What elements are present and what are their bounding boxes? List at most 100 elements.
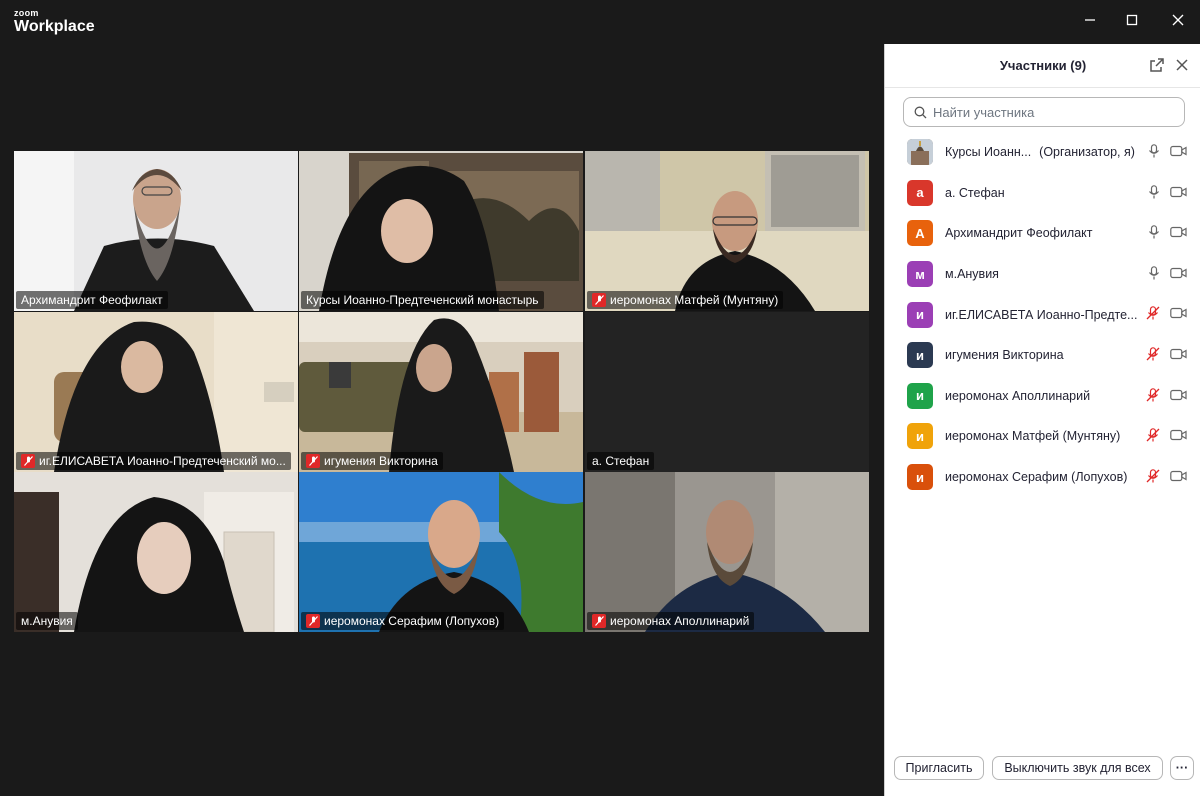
participant-video (299, 151, 583, 311)
avatar: и (907, 423, 933, 450)
participant-list: Курсы Иоанн... (Организатор, я) а а. Сте… (885, 132, 1200, 497)
close-window-button[interactable] (1164, 8, 1192, 32)
avatar-initial: а (916, 185, 924, 201)
panel-header: Участники (9) (885, 44, 1200, 88)
participant-video (585, 151, 869, 311)
participant-row[interactable]: А Архимандрит Феофилакт (885, 213, 1200, 254)
mic-icon[interactable] (1148, 225, 1160, 239)
minimize-icon (1085, 19, 1095, 21)
more-options-button[interactable]: ··· (1170, 756, 1194, 780)
close-icon (1176, 59, 1188, 71)
avatar: и (907, 301, 933, 328)
participant-search[interactable] (903, 97, 1185, 127)
pop-out-icon (1150, 58, 1164, 72)
video-camera-icon[interactable] (1170, 348, 1187, 360)
avatar-initial: и (916, 388, 924, 404)
video-camera-icon[interactable] (1170, 145, 1187, 157)
mute-all-button[interactable]: Выключить звук для всех (992, 756, 1163, 780)
avatar (907, 139, 933, 166)
participant-video (14, 312, 298, 472)
participant-nameplate: иеромонах Аполлинарий (587, 612, 755, 630)
participant-name: а. Стефан (592, 454, 650, 468)
video-tile[interactable]: иеромонах Матфей (Мунтяну) (585, 151, 869, 311)
participant-row[interactable]: а а. Стефан (885, 173, 1200, 214)
video-camera-icon[interactable] (1170, 186, 1187, 198)
panel-footer: Пригласить Выключить звук для всех ··· (885, 756, 1200, 782)
participant-row[interactable]: и иеромонах Матфей (Мунтяну) (885, 416, 1200, 457)
maximize-icon (1126, 14, 1138, 26)
mic-icon[interactable] (1148, 265, 1160, 280)
mic-muted-icon[interactable] (1146, 306, 1160, 320)
video-camera-icon[interactable] (1170, 470, 1187, 482)
video-tile[interactable]: м.Анувия (14, 472, 298, 632)
video-camera-icon[interactable] (1170, 429, 1187, 441)
participant-name: иеромонах Серафим (Лопухов) (945, 470, 1128, 485)
muted-mic-icon (306, 614, 320, 628)
participant-nameplate: иг.ЕЛИСАВЕТА Иоанно-Предтеченский мо... (16, 452, 291, 470)
participant-video (585, 472, 869, 632)
mic-icon[interactable] (1148, 144, 1160, 158)
gallery-grid: Архимандрит Феофилакт Курсы Иоанно-Предт… (14, 151, 869, 632)
pop-out-button[interactable] (1149, 57, 1167, 75)
participant-role: (Организатор, я) (1039, 145, 1135, 160)
avatar: м (907, 261, 933, 288)
invite-button[interactable]: Пригласить (894, 756, 984, 780)
avatar: и (907, 382, 933, 409)
mic-muted-icon[interactable] (1146, 428, 1160, 442)
zoom-window: zoom Workplace Архимандрит Феофилакт Кур… (0, 0, 1200, 796)
muted-mic-icon (306, 454, 320, 468)
muted-mic-icon (21, 454, 35, 468)
participant-video (299, 312, 583, 472)
participant-name: иеромонах Аполлинарий (610, 614, 750, 628)
mic-muted-icon[interactable] (1146, 387, 1160, 402)
video-tile[interactable]: Архимандрит Феофилакт (14, 151, 298, 311)
participant-name: иг.ЕЛИСАВЕТА Иоанно-Предте... (945, 307, 1138, 322)
participants-panel: Участники (9) Курсы Иоанн... (Организато… (884, 44, 1200, 796)
video-tile[interactable]: иг.ЕЛИСАВЕТА Иоанно-Предтеченский мо... (14, 312, 298, 472)
participant-nameplate: Архимандрит Феофилакт (16, 291, 168, 309)
avatar: а (907, 179, 933, 206)
title-bar: zoom Workplace (0, 0, 1200, 44)
muted-mic-icon (592, 614, 606, 628)
participant-name: иеромонах Серафим (Лопухов) (324, 614, 500, 628)
avatar: А (907, 220, 933, 247)
participant-name: игумения Викторина (945, 348, 1064, 363)
mic-icon[interactable] (1148, 184, 1160, 199)
participant-row[interactable]: Курсы Иоанн... (Организатор, я) (885, 132, 1200, 173)
video-tile-active-speaker[interactable]: Курсы Иоанно-Предтеченский монастырь (299, 151, 583, 311)
mic-muted-icon[interactable] (1146, 347, 1160, 361)
participant-nameplate: игумения Викторина (301, 452, 443, 470)
participant-name: а. Стефан (945, 185, 1005, 200)
participant-row[interactable]: и иеромонах Аполлинарий (885, 376, 1200, 417)
monastery-avatar-image (907, 139, 933, 166)
participant-row[interactable]: м м.Анувия (885, 254, 1200, 295)
video-tile[interactable]: игумения Викторина (299, 312, 583, 472)
muted-mic-icon (592, 293, 606, 307)
close-panel-button[interactable] (1175, 57, 1193, 75)
participant-name: м.Анувия (21, 614, 73, 628)
video-camera-icon[interactable] (1170, 226, 1187, 238)
avatar-initial: и (916, 428, 924, 444)
participant-nameplate: м.Анувия (16, 612, 78, 630)
participant-nameplate: иеромонах Матфей (Мунтяну) (587, 291, 784, 309)
avatar-initial: м (915, 266, 925, 282)
avatar-initial: и (916, 307, 924, 323)
video-tile[interactable]: иеромонах Аполлинарий (585, 472, 869, 632)
participant-nameplate: а. Стефан (587, 452, 655, 470)
participant-row[interactable]: и иг.ЕЛИСАВЕТА Иоанно-Предте... (885, 294, 1200, 335)
search-input[interactable] (933, 104, 1173, 120)
search-icon (914, 106, 927, 118)
video-tile[interactable]: иеромонах Серафим (Лопухов) (299, 472, 583, 632)
participant-row[interactable]: и игумения Викторина (885, 335, 1200, 376)
video-camera-icon[interactable] (1170, 389, 1187, 401)
participant-video (299, 472, 583, 632)
participant-video (14, 472, 298, 632)
video-camera-icon[interactable] (1170, 307, 1187, 319)
participant-video (14, 151, 298, 311)
maximize-button[interactable] (1118, 8, 1146, 32)
mic-muted-icon[interactable] (1146, 468, 1160, 483)
video-tile-camera-off[interactable]: а. Стефан (585, 312, 869, 472)
minimize-button[interactable] (1076, 8, 1104, 32)
video-camera-icon[interactable] (1170, 267, 1187, 279)
participant-row[interactable]: и иеромонах Серафим (Лопухов) (885, 457, 1200, 498)
